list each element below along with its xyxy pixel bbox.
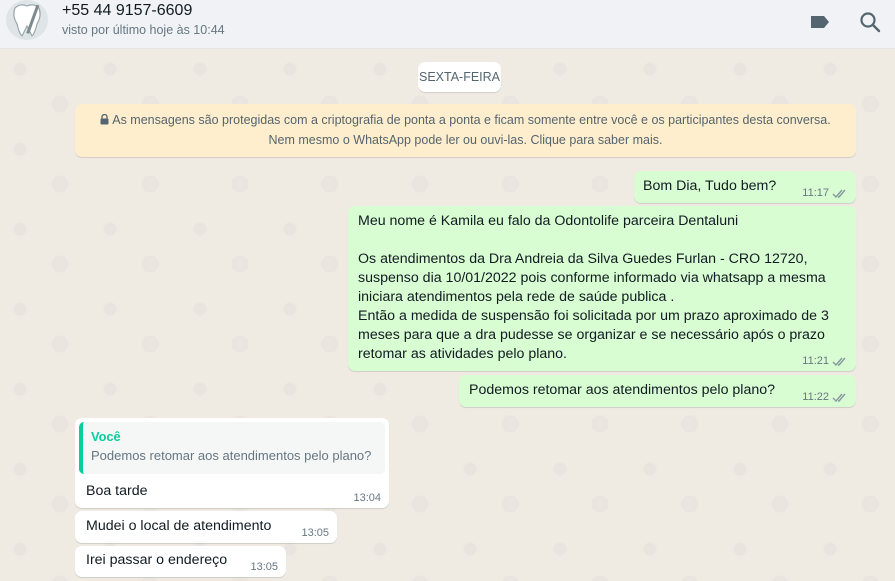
message-text: Irei passar o endereço	[86, 552, 228, 568]
chat-header: +55 44 9157-6609 visto por último hoje à…	[0, 0, 895, 49]
contact-avatar[interactable]	[6, 0, 48, 40]
date-separator: SEXTA-FEIRA	[418, 62, 501, 92]
encryption-text-1: As mensagens são protegidas com a cripto…	[112, 113, 831, 127]
message-text: Podemos retomar aos atendimentos pelo pl…	[469, 382, 776, 398]
message-meta: 13:04	[353, 492, 381, 504]
search-icon[interactable]	[858, 10, 882, 34]
message-outgoing[interactable]: Meu nome é Kamila eu falo da Odontolife …	[348, 206, 856, 371]
encryption-text-2: Nem mesmo o WhatsApp pode ler ou ouvi-la…	[268, 133, 663, 147]
message-meta: 11:17	[802, 187, 848, 199]
lock-icon	[100, 113, 109, 125]
read-ticks-icon	[832, 357, 846, 366]
message-time: 13:04	[353, 492, 381, 504]
last-seen-status: visto por último hoje às 10:44	[62, 23, 225, 37]
message-text: Meu nome é Kamila eu falo da Odontolife …	[358, 213, 829, 362]
message-outgoing[interactable]: Podemos retomar aos atendimentos pelo pl…	[459, 375, 856, 407]
message-text: Mudei o local de atendimento	[86, 518, 272, 534]
quoted-text: Podemos retomar aos atendimentos pelo pl…	[91, 448, 372, 463]
read-ticks-icon	[832, 189, 846, 198]
message-time: 11:17	[802, 187, 829, 199]
message-text: Boa tarde	[86, 483, 148, 499]
message-meta: 11:21	[802, 355, 848, 367]
label-icon[interactable]	[808, 10, 832, 34]
message-time: 13:05	[301, 527, 329, 539]
encryption-line-1: As mensagens são protegidas com a cripto…	[75, 110, 856, 130]
message-meta: 13:05	[250, 561, 278, 573]
message-incoming[interactable]: Irei passar o endereço 13:05	[75, 546, 286, 577]
read-ticks-icon	[832, 393, 846, 402]
contact-name[interactable]: +55 44 9157-6609	[62, 2, 192, 20]
message-text: Bom Dia, Tudo bem?	[643, 178, 777, 194]
message-meta: 11:22	[802, 391, 848, 403]
message-meta: 13:05	[301, 527, 329, 539]
message-time: 11:21	[802, 355, 829, 367]
message-time: 13:05	[250, 561, 278, 573]
quoted-author: Você	[91, 429, 121, 444]
message-outgoing[interactable]: Bom Dia, Tudo bem? 11:17	[634, 171, 856, 203]
message-time: 11:22	[802, 391, 829, 403]
quoted-message[interactable]: Você Podemos retomar aos atendimentos pe…	[79, 422, 385, 474]
message-incoming[interactable]: Você Podemos retomar aos atendimentos pe…	[75, 418, 389, 508]
message-incoming[interactable]: Mudei o local de atendimento 13:05	[75, 511, 337, 543]
encryption-notice[interactable]: As mensagens são protegidas com a cripto…	[75, 104, 856, 157]
